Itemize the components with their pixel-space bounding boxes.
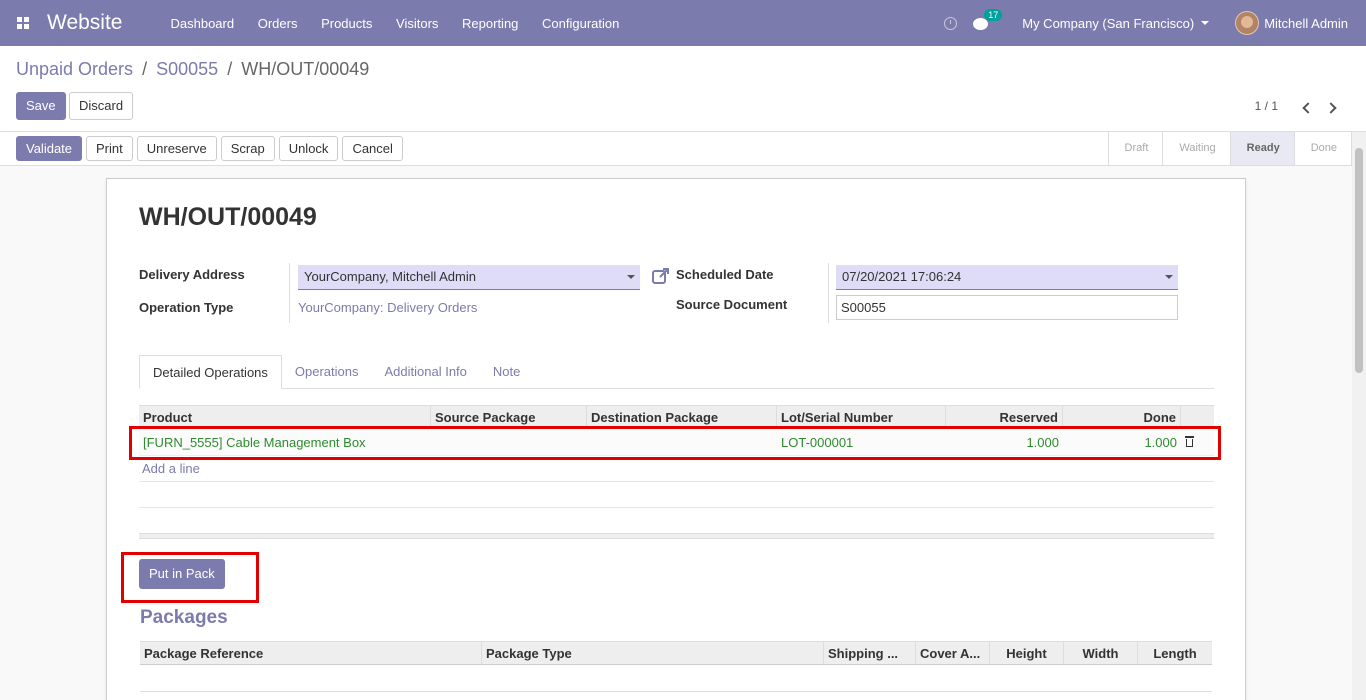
- scheduled-date-label: Scheduled Date: [676, 267, 774, 282]
- stage-ready: Ready: [1230, 132, 1295, 165]
- col-reserved[interactable]: Reserved: [946, 406, 1063, 428]
- col-product[interactable]: Product: [139, 406, 431, 428]
- col-source-package[interactable]: Source Package: [431, 406, 587, 428]
- tab-detailed-operations[interactable]: Detailed Operations: [139, 355, 282, 389]
- field-divider: [828, 263, 829, 323]
- control-panel: Unpaid Orders / S00055 / WH/OUT/00049 Sa…: [0, 46, 1366, 132]
- scrollbar-thumb[interactable]: [1355, 148, 1363, 373]
- user-name: Mitchell Admin: [1264, 15, 1348, 31]
- dropdown-arrow-icon: [627, 275, 635, 279]
- stage-draft: Draft: [1109, 132, 1164, 165]
- breadcrumb: Unpaid Orders / S00055 / WH/OUT/00049: [16, 59, 369, 80]
- pager-next-button[interactable]: [1325, 96, 1341, 114]
- company-switcher[interactable]: My Company (San Francisco): [1022, 15, 1210, 31]
- breadcrumb-sale-order[interactable]: S00055: [156, 59, 218, 79]
- save-button[interactable]: Save: [16, 92, 66, 120]
- top-navbar: Website Dashboard Orders Products Visito…: [0, 0, 1366, 46]
- scrap-button[interactable]: Scrap: [220, 136, 275, 161]
- unlock-button[interactable]: Unlock: [278, 136, 339, 161]
- caret-down-icon: [1201, 21, 1210, 25]
- app-title[interactable]: Website: [47, 11, 122, 35]
- col-shipping[interactable]: Shipping ...: [824, 642, 916, 664]
- put-in-pack-button[interactable]: Put in Pack: [139, 559, 225, 589]
- packages-title: Packages: [140, 607, 228, 628]
- pager-previous-button[interactable]: [1300, 96, 1314, 114]
- table-header: Package Reference Package Type Shipping …: [140, 641, 1212, 665]
- tab-operations[interactable]: Operations: [282, 355, 372, 388]
- cancel-button[interactable]: Cancel: [342, 136, 403, 161]
- col-height[interactable]: Height: [990, 642, 1064, 664]
- scheduled-date-field[interactable]: 07/20/2021 17:06:24: [836, 265, 1178, 290]
- col-destination-package[interactable]: Destination Package: [587, 406, 777, 428]
- operation-type-label: Operation Type: [139, 300, 234, 315]
- col-cover[interactable]: Cover A...: [916, 642, 990, 664]
- user-menu[interactable]: Mitchell Admin: [1235, 11, 1348, 35]
- chevron-left-icon: [1302, 102, 1314, 114]
- breadcrumb-current: WH/OUT/00049: [241, 59, 370, 79]
- delivery-address-value: YourCompany, Mitchell Admin: [304, 269, 476, 284]
- scheduled-date-value: 07/20/2021 17:06:24: [842, 269, 962, 284]
- validate-button[interactable]: Validate: [16, 136, 83, 161]
- form-sheet: WH/OUT/00049 Delivery Address YourCompan…: [106, 178, 1246, 700]
- main-menu: Dashboard Orders Products Visitors Repor…: [170, 16, 639, 31]
- chat-counter-badge: 17: [984, 9, 1003, 21]
- dropdown-arrow-icon: [1165, 275, 1173, 279]
- highlight-box: [129, 426, 1221, 460]
- field-divider: [289, 263, 290, 323]
- navbar-systray: 17 My Company (San Francisco) Mitchell A…: [944, 0, 1366, 46]
- action-buttons: Validate Print Unreserve Scrap Unlock Ca…: [16, 136, 403, 161]
- source-document-label: Source Document: [676, 297, 788, 312]
- form-view: WH/OUT/00049 Delivery Address YourCompan…: [0, 166, 1352, 700]
- tab-note[interactable]: Note: [480, 355, 533, 388]
- breadcrumb-separator: /: [227, 59, 233, 79]
- breadcrumb-separator: /: [142, 59, 148, 79]
- menu-orders[interactable]: Orders: [258, 16, 298, 31]
- delivery-address-label: Delivery Address: [139, 267, 245, 282]
- vertical-scrollbar[interactable]: [1352, 132, 1366, 700]
- col-package-reference[interactable]: Package Reference: [140, 642, 482, 664]
- source-document-input[interactable]: S00055: [836, 295, 1178, 320]
- print-button[interactable]: Print: [86, 136, 133, 161]
- col-width[interactable]: Width: [1064, 642, 1138, 664]
- empty-row: [139, 482, 1214, 508]
- pager-value[interactable]: 1 / 1: [1255, 99, 1278, 113]
- stage-waiting: Waiting: [1163, 132, 1231, 165]
- menu-reporting[interactable]: Reporting: [462, 16, 518, 31]
- status-bar: Validate Print Unreserve Scrap Unlock Ca…: [0, 132, 1366, 166]
- menu-products[interactable]: Products: [321, 16, 372, 31]
- unreserve-button[interactable]: Unreserve: [136, 136, 217, 161]
- external-link-icon[interactable]: [652, 267, 670, 285]
- empty-row: [140, 665, 1212, 692]
- breadcrumb-unpaid-orders[interactable]: Unpaid Orders: [16, 59, 133, 79]
- discard-button[interactable]: Discard: [69, 92, 134, 120]
- packages-table: Package Reference Package Type Shipping …: [140, 641, 1212, 692]
- messaging-menu[interactable]: 17: [973, 9, 1003, 30]
- col-actions: [1181, 406, 1214, 428]
- operation-type-link[interactable]: YourCompany: Delivery Orders: [298, 300, 477, 315]
- col-package-type[interactable]: Package Type: [482, 642, 824, 664]
- avatar: [1235, 11, 1260, 35]
- chevron-right-icon: [1325, 102, 1337, 114]
- table-footer: [139, 533, 1214, 539]
- apps-menu-icon[interactable]: [0, 0, 46, 46]
- menu-visitors[interactable]: Visitors: [396, 16, 438, 31]
- col-lot-serial[interactable]: Lot/Serial Number: [777, 406, 946, 428]
- notebook-tabs: Detailed Operations Operations Additiona…: [139, 355, 1214, 389]
- activity-clock-icon[interactable]: [944, 16, 958, 30]
- record-title: WH/OUT/00049: [139, 203, 317, 231]
- company-name: My Company (San Francisco): [1022, 15, 1195, 31]
- stage-done: Done: [1295, 132, 1352, 165]
- delivery-address-select[interactable]: YourCompany, Mitchell Admin: [298, 265, 640, 290]
- stage-pipeline: Draft Waiting Ready Done: [1107, 132, 1352, 165]
- menu-dashboard[interactable]: Dashboard: [170, 16, 234, 31]
- menu-configuration[interactable]: Configuration: [542, 16, 619, 31]
- col-length[interactable]: Length: [1138, 642, 1212, 664]
- col-done[interactable]: Done: [1063, 406, 1181, 428]
- tab-additional-info[interactable]: Additional Info: [372, 355, 480, 388]
